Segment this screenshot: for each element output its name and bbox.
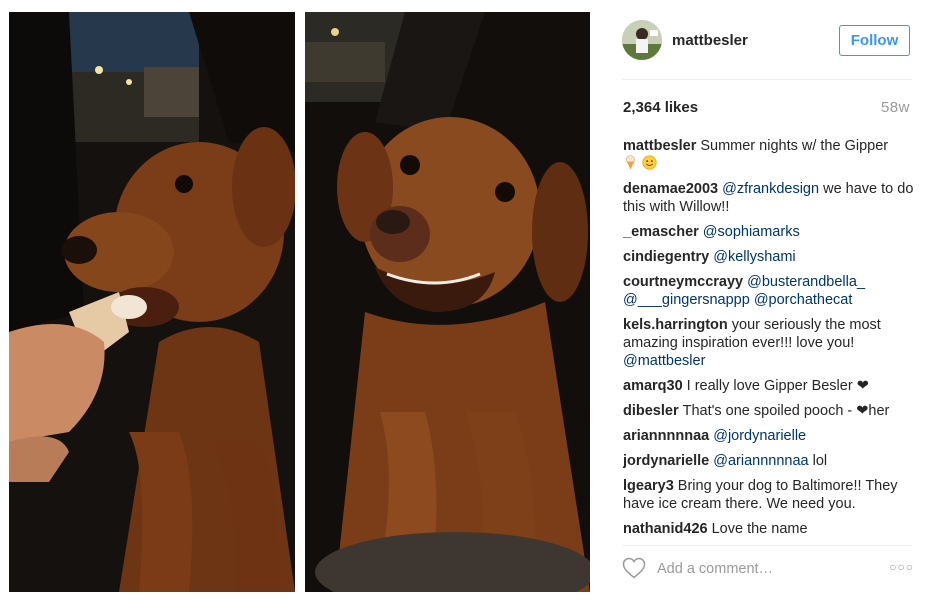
username[interactable]: mattbesler	[672, 32, 748, 49]
follow-button[interactable]: Follow	[839, 25, 910, 56]
post-media	[0, 0, 600, 603]
ice-cream-icon	[625, 155, 636, 170]
smiley-icon	[642, 155, 657, 170]
likes-count[interactable]: 2,364 likes	[623, 99, 698, 116]
comment-text: Summer nights w/ the Gipper	[700, 138, 889, 154]
comment-mention[interactable]: @jordynarielle	[713, 428, 806, 444]
comment-text: That's one spoiled pooch - ❤her	[682, 403, 890, 419]
comment-author[interactable]: amarq30	[623, 378, 683, 394]
avatar-image	[622, 20, 662, 60]
comment-author[interactable]: ariannnnnaa	[623, 428, 709, 444]
comment: dibesler That's one spoiled pooch - ❤her	[623, 402, 915, 420]
comment-author[interactable]: mattbesler	[623, 138, 696, 154]
photo-dog-eating-ice-cream[interactable]	[9, 12, 295, 592]
more-options-icon[interactable]: ○○○	[889, 560, 914, 574]
divider	[622, 79, 912, 80]
photo-right-graphic	[305, 12, 590, 592]
photo-left-graphic	[9, 12, 295, 592]
comments-list: mattbesler Summer nights w/ the Gipper de…	[623, 137, 915, 537]
comment: nathanid426 Love the name	[623, 520, 915, 537]
comment-mention[interactable]: @___gingersnappp	[623, 292, 750, 308]
post-stats: 2,364 likes 58w	[622, 99, 910, 119]
comment-text: Love the name	[711, 521, 808, 537]
comment: _emascher @sophiamarks	[623, 223, 915, 241]
comment: amarq30 I really love Gipper Besler ❤	[623, 377, 915, 395]
comment-mention[interactable]: @ariannnnnaa	[713, 453, 808, 469]
photo-dog-smiling[interactable]	[305, 12, 590, 592]
comment-input[interactable]	[657, 559, 877, 579]
comment-author[interactable]: dibesler	[623, 403, 679, 419]
comment-text: I really love Gipper Besler ❤	[686, 378, 869, 394]
comment-mention[interactable]: @sophiamarks	[703, 224, 800, 240]
comment-mention[interactable]: @mattbesler	[623, 353, 705, 369]
post-age[interactable]: 58w	[881, 99, 910, 116]
comment-author[interactable]: kels.harrington	[623, 317, 728, 333]
comment-text: lol	[812, 453, 828, 469]
heart-icon[interactable]	[622, 557, 646, 579]
post-viewer: mattbesler Follow 2,364 likes 58w mattbe…	[0, 0, 934, 603]
comment: lgeary3 Bring your dog to Baltimore!! The…	[623, 477, 915, 513]
comment-mention[interactable]: @busterandbella_	[747, 274, 865, 290]
comment: mattbesler Summer nights w/ the Gipper	[623, 137, 915, 173]
post-header: mattbesler Follow	[622, 20, 912, 60]
comment-mention[interactable]: @porchathecat	[754, 292, 853, 308]
comment-author[interactable]: jordynarielle	[623, 453, 709, 469]
comment-mention[interactable]: @zfrankdesign	[722, 181, 819, 197]
comment-author[interactable]: _emascher	[623, 224, 699, 240]
comment-mention[interactable]: @kellyshami	[713, 249, 795, 265]
comment: courtneymccrayy @busterandbella_ @___ging…	[623, 273, 915, 309]
divider	[622, 545, 912, 546]
comment-author[interactable]: nathanid426	[623, 521, 708, 537]
comment-author[interactable]: lgeary3	[623, 478, 674, 494]
comment-author[interactable]: courtneymccrayy	[623, 274, 743, 290]
comment-author[interactable]: cindiegentry	[623, 249, 709, 265]
comment-author[interactable]: denamae2003	[623, 181, 718, 197]
comment: ariannnnnaa @jordynarielle	[623, 427, 915, 445]
post-sidebar: mattbesler Follow 2,364 likes 58w mattbe…	[600, 0, 934, 603]
comment: jordynarielle @ariannnnnaa lol	[623, 452, 915, 470]
comment-bar: ○○○	[622, 557, 914, 583]
comment: cindiegentry @kellyshami	[623, 248, 915, 266]
avatar[interactable]	[622, 20, 662, 60]
comment: kels.harrington your seriously the most a…	[623, 316, 915, 370]
comment: denamae2003 @zfrankdesign we have to do t…	[623, 180, 915, 216]
